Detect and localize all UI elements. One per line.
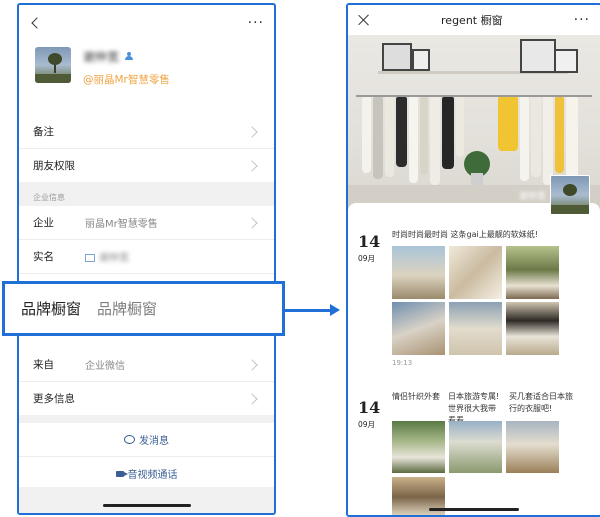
company-tag: @丽晶Mr智慧零售 bbox=[83, 74, 170, 86]
row-value: 企业微信 bbox=[85, 361, 125, 372]
post-feed: 14 09月 时尚时尚最时尚 这条gai上最靓的软妹纸! 19:13 14 09… bbox=[348, 203, 600, 515]
brand-window-row-highlight[interactable]: 品牌橱窗 品牌橱窗 bbox=[2, 281, 285, 336]
owner-name: 谢仲宽 bbox=[518, 192, 546, 202]
post-caption: 买几套适合日本旅 行的衣服吧! bbox=[509, 392, 573, 413]
row-value: 丽晶Mr智慧零售 bbox=[85, 219, 158, 230]
send-message-button[interactable]: 发消息 bbox=[19, 423, 274, 457]
home-indicator bbox=[429, 508, 519, 511]
brand-window-value: 品牌橱窗 bbox=[97, 300, 158, 318]
owner-avatar[interactable] bbox=[550, 175, 590, 215]
row-label: 企业 bbox=[33, 217, 54, 229]
row-label: 朋友权限 bbox=[33, 160, 75, 172]
person-icon bbox=[125, 52, 134, 61]
chevron-right-icon bbox=[246, 159, 258, 172]
post-photo[interactable] bbox=[392, 246, 445, 299]
chevron-right-icon bbox=[246, 216, 258, 229]
post-caption: 情侣针织外套 bbox=[392, 392, 440, 401]
row-label: 来自 bbox=[33, 359, 54, 371]
post-photo[interactable] bbox=[506, 421, 559, 473]
top-bar: regent 橱窗 ··· bbox=[348, 5, 600, 35]
row-real-name: 实名 谢仲宽 bbox=[19, 240, 274, 274]
enterprise-section-title: 企业信息 bbox=[19, 190, 274, 206]
page-title: regent 橱窗 bbox=[441, 14, 503, 27]
profile-header: 谢仲宽 @丽晶Mr智慧零售 bbox=[19, 41, 274, 105]
row-label: 备注 bbox=[33, 126, 54, 138]
chevron-right-icon bbox=[246, 125, 258, 138]
id-card-icon bbox=[85, 254, 95, 262]
row-label: 更多信息 bbox=[33, 393, 75, 405]
post-day: 14 bbox=[358, 398, 381, 417]
video-call-button[interactable]: 音视频通话 bbox=[19, 457, 274, 490]
close-icon[interactable] bbox=[358, 14, 370, 26]
chevron-right-icon bbox=[246, 392, 258, 405]
post-photo[interactable] bbox=[392, 302, 445, 355]
row-remark[interactable]: 备注 bbox=[19, 115, 274, 149]
avatar[interactable] bbox=[35, 47, 71, 83]
post-photo[interactable] bbox=[392, 421, 445, 473]
row-label: 实名 bbox=[33, 251, 54, 263]
row-friend-permissions[interactable]: 朋友权限 bbox=[19, 149, 274, 182]
row-more-info[interactable]: 更多信息 bbox=[19, 382, 274, 415]
row-from[interactable]: 来自 企业微信 bbox=[19, 348, 274, 382]
contact-profile-screen: ··· 谢仲宽 @丽晶Mr智慧零售 备注 朋友权限 企业信息 企业 丽晶Mr智慧… bbox=[17, 3, 276, 515]
post-photo[interactable] bbox=[392, 477, 445, 515]
video-camera-icon bbox=[115, 470, 128, 477]
post-photo[interactable] bbox=[449, 246, 502, 299]
post-photo[interactable] bbox=[506, 246, 559, 299]
chat-bubble-icon bbox=[124, 435, 135, 444]
post-day: 14 bbox=[358, 232, 381, 251]
post-time: 19:13 bbox=[392, 359, 413, 367]
post-photo[interactable] bbox=[449, 421, 502, 473]
home-indicator bbox=[102, 504, 191, 507]
arrow-right-icon bbox=[330, 304, 340, 316]
contact-name: 谢仲宽 bbox=[83, 50, 120, 64]
row-enterprise[interactable]: 企业 丽晶Mr智慧零售 bbox=[19, 206, 274, 240]
arrow-line bbox=[285, 309, 331, 312]
brand-window-screen: regent 橱窗 ··· 谢仲宽 14 09月 时尚时尚最时尚 这条gai上最… bbox=[346, 3, 600, 517]
post-month: 09月 bbox=[358, 420, 376, 429]
more-options-icon[interactable]: ··· bbox=[248, 16, 264, 30]
back-arrow-icon[interactable] bbox=[29, 16, 43, 30]
chevron-right-icon bbox=[246, 358, 258, 371]
more-options-icon[interactable]: ··· bbox=[574, 13, 590, 27]
top-bar: ··· bbox=[19, 5, 274, 41]
post-month: 09月 bbox=[358, 254, 376, 263]
row-value: 谢仲宽 bbox=[99, 253, 129, 264]
post-photo[interactable] bbox=[506, 302, 559, 355]
post-caption: 时尚时尚最时尚 这条gai上最靓的软妹纸! bbox=[392, 230, 538, 239]
post-photo[interactable] bbox=[449, 302, 502, 355]
brand-window-label: 品牌橱窗 bbox=[21, 300, 82, 318]
